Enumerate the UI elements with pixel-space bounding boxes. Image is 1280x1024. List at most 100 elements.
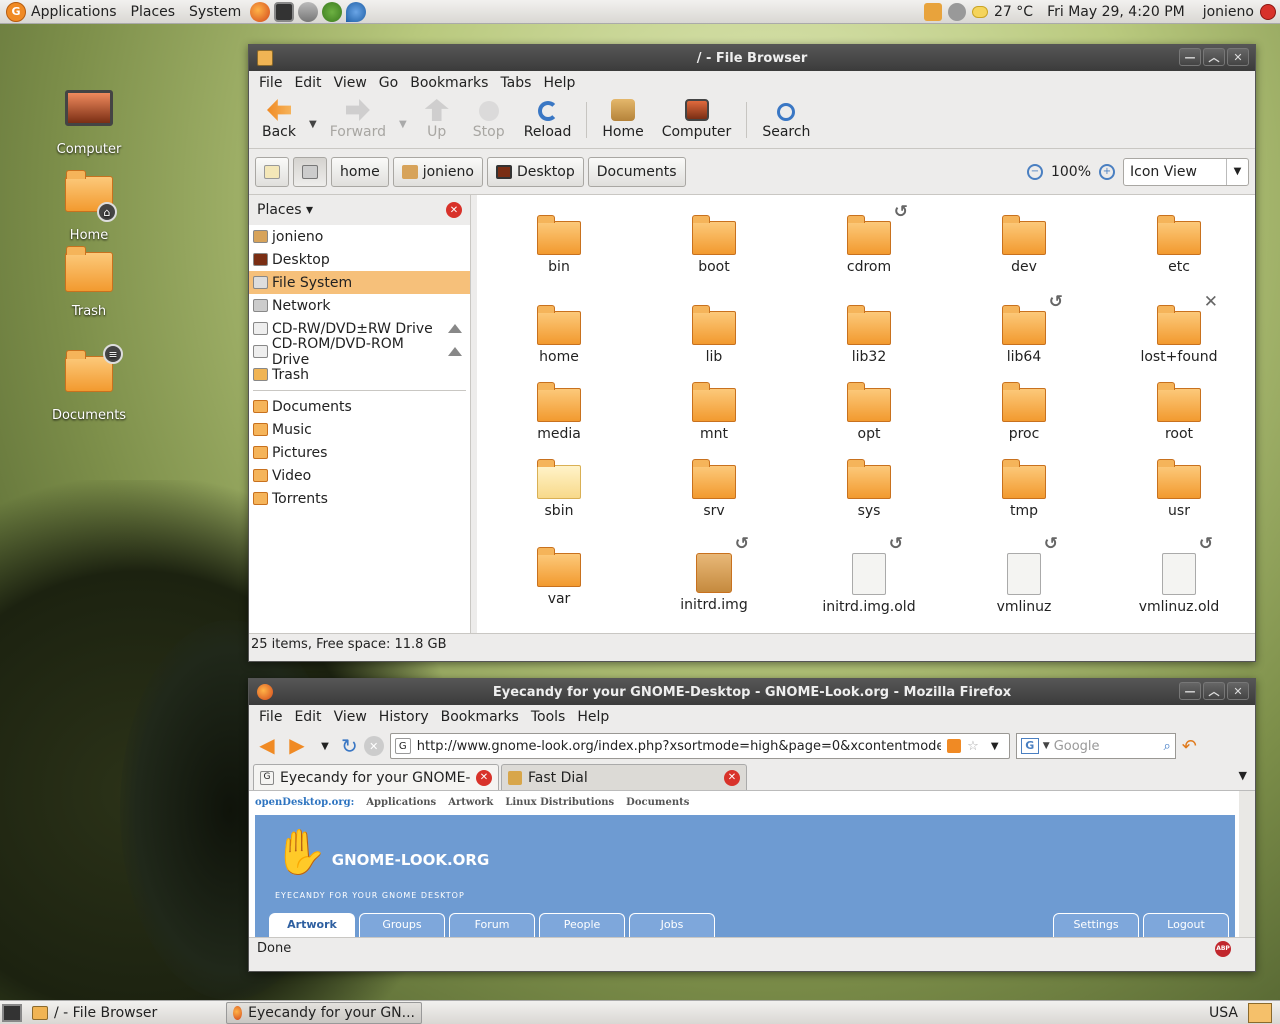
vertical-scrollbar[interactable] — [1239, 791, 1255, 937]
path-button-desktop[interactable]: Desktop — [486, 156, 584, 187]
site-tab-people[interactable]: People — [539, 913, 625, 937]
keyboard-layout[interactable]: USA — [1209, 1005, 1238, 1021]
od-link-linux-distributions[interactable]: Linux Distributions — [505, 797, 614, 808]
search-input[interactable]: G ▼ Google ⌕ — [1015, 733, 1176, 759]
computer-button[interactable]: Computer — [653, 99, 741, 140]
place-item[interactable]: jonieno — [249, 225, 470, 248]
close-tab-icon[interactable]: ✕ — [724, 769, 740, 786]
url-bar[interactable]: G http://www.gnome-look.org/index.php?xs… — [389, 733, 1010, 759]
close-button[interactable]: ✕ — [1227, 682, 1249, 700]
maximize-button[interactable]: ︿ — [1203, 682, 1225, 700]
tab-fast-dial[interactable]: Fast Dial ✕ — [501, 764, 747, 790]
history-dropdown-icon[interactable]: ▼ — [315, 741, 335, 752]
desktop-icon-documents[interactable]: ≡ Documents — [39, 344, 139, 423]
eject-icon[interactable] — [448, 347, 462, 356]
back-button[interactable]: Back — [253, 99, 305, 140]
menu-help[interactable]: Help — [537, 75, 581, 91]
file-item[interactable]: ↺ initrd.img.old — [809, 534, 929, 615]
engine-dropdown-icon[interactable]: ▼ — [1043, 741, 1050, 751]
path-button-home[interactable]: home — [331, 156, 389, 187]
maximize-button[interactable]: ︿ — [1203, 48, 1225, 66]
clock[interactable]: Fri May 29, 4:20 PM — [1047, 4, 1185, 20]
google-engine-icon[interactable]: G — [1020, 738, 1039, 754]
adblock-plus-icon[interactable]: ABP — [1215, 940, 1231, 957]
show-desktop-icon[interactable] — [2, 1003, 22, 1022]
file-item[interactable]: srv — [654, 459, 774, 519]
bookmark-item[interactable]: Video — [249, 464, 470, 487]
list-all-tabs-icon[interactable]: ▼ — [1239, 769, 1247, 782]
file-item[interactable]: var — [499, 547, 619, 607]
menu-edit[interactable]: Edit — [288, 709, 327, 725]
file-item[interactable]: sbin — [499, 459, 619, 519]
menu-go[interactable]: Go — [373, 75, 404, 91]
file-item[interactable]: etc — [1119, 215, 1239, 275]
file-item[interactable]: ✕ lost+found — [1119, 292, 1239, 365]
file-item[interactable]: usr — [1119, 459, 1239, 519]
side-pane-selector[interactable]: Places ▾ — [257, 202, 313, 218]
file-item[interactable]: media — [499, 382, 619, 442]
workspace-switcher[interactable] — [1248, 1002, 1272, 1023]
place-item[interactable]: File System — [249, 271, 470, 294]
menu-file[interactable]: File — [253, 709, 288, 725]
taskbar-file-browser[interactable]: / - File Browser — [26, 1002, 222, 1024]
minimize-button[interactable]: — — [1179, 682, 1201, 700]
site-tab-forum[interactable]: Forum — [449, 913, 535, 937]
up-button[interactable]: Up — [411, 99, 463, 140]
bookmark-item[interactable]: Torrents — [249, 487, 470, 510]
menu-tools[interactable]: Tools — [525, 709, 572, 725]
search-icon[interactable]: ⌕ — [1163, 739, 1170, 754]
home-button[interactable]: Home — [593, 99, 652, 140]
close-button[interactable]: ✕ — [1227, 48, 1249, 66]
zoom-level[interactable]: 100% — [1051, 164, 1091, 180]
firefox-titlebar[interactable]: Eyecandy for your GNOME-Desktop - GNOME-… — [249, 679, 1255, 705]
minimize-button[interactable]: — — [1179, 48, 1201, 66]
rss-feed-icon[interactable] — [947, 739, 962, 753]
stop-icon[interactable]: ✕ — [363, 736, 384, 756]
applications-menu[interactable]: G Applications — [0, 0, 124, 24]
path-button-jonieno[interactable]: jonieno — [392, 156, 483, 187]
site-tab-settings[interactable]: Settings — [1053, 913, 1139, 937]
network-icon[interactable] — [924, 2, 943, 21]
od-link-artwork[interactable]: Artwork — [448, 797, 493, 808]
site-tab-groups[interactable]: Groups — [359, 913, 445, 937]
file-item[interactable]: lib32 — [809, 305, 929, 365]
reload-icon[interactable]: ↻ — [341, 734, 358, 758]
file-item[interactable]: ↺ lib64 — [964, 292, 1084, 365]
menu-history[interactable]: History — [373, 709, 435, 725]
path-button-documents[interactable]: Documents — [587, 156, 686, 187]
reload-button[interactable]: Reload — [515, 101, 581, 140]
power-icon[interactable] — [1260, 3, 1276, 20]
place-item[interactable]: Network — [249, 294, 470, 317]
stop-button[interactable]: Stop — [463, 101, 515, 140]
zoom-in-icon[interactable]: + — [1099, 163, 1115, 180]
forward-button[interactable]: Forward — [321, 99, 395, 140]
places-menu[interactable]: Places — [124, 0, 183, 24]
menu-view[interactable]: View — [328, 75, 373, 91]
file-item[interactable]: tmp — [964, 459, 1084, 519]
terminal-launcher-icon[interactable] — [274, 1, 295, 22]
file-item[interactable]: sys — [809, 459, 929, 519]
water-drop-launcher-icon[interactable] — [346, 1, 367, 22]
place-item[interactable]: Desktop — [249, 248, 470, 271]
menu-file[interactable]: File — [253, 75, 288, 91]
site-tab-logout[interactable]: Logout — [1143, 913, 1229, 937]
close-tab-icon[interactable]: ✕ — [476, 769, 492, 786]
tab-gnome-look[interactable]: G Eyecandy for your GNOME-D... ✕ — [253, 764, 499, 790]
temperature[interactable]: 27 °C — [994, 4, 1033, 20]
system-menu[interactable]: System — [182, 0, 248, 24]
back-history-dropdown[interactable]: ▼ — [305, 119, 321, 140]
volume-icon[interactable] — [948, 2, 967, 21]
bookmark-item[interactable]: Pictures — [249, 441, 470, 464]
site-tab-jobs[interactable]: Jobs — [629, 913, 715, 937]
bookmark-item[interactable]: Music — [249, 418, 470, 441]
site-tab-artwork[interactable]: Artwork — [269, 913, 355, 937]
user-menu[interactable]: jonieno — [1203, 4, 1254, 20]
desktop-icon-computer[interactable]: Computer — [39, 86, 139, 157]
file-item[interactable]: ↺ vmlinuz — [964, 534, 1084, 615]
od-link-applications[interactable]: Applications — [366, 797, 436, 808]
file-item[interactable]: proc — [964, 382, 1084, 442]
messenger-launcher-icon[interactable] — [322, 1, 343, 22]
view-mode-select[interactable]: Icon View ▼ — [1123, 157, 1249, 186]
od-link-documents[interactable]: Documents — [626, 797, 689, 808]
firefox-launcher-icon[interactable] — [250, 1, 271, 22]
